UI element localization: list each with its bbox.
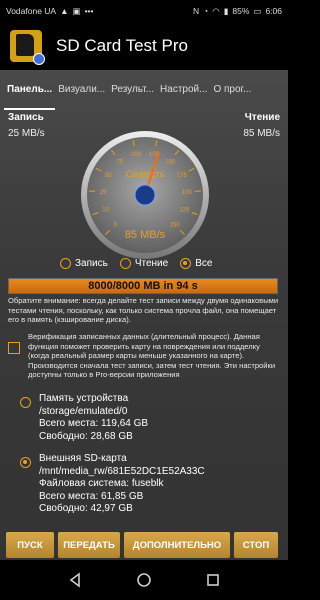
storage-title: Внешняя SD-карта	[39, 453, 127, 464]
tab-results[interactable]: Результ...	[108, 80, 157, 110]
read-speed-label: Чтение	[244, 112, 280, 123]
storage-path: /storage/emulated/0	[39, 405, 128, 417]
gauge-label: Скорость	[126, 169, 165, 179]
mode-read-radio[interactable]: Чтение	[119, 258, 169, 269]
gauge-tick-label: 150	[165, 159, 176, 165]
storage-external-radio[interactable]	[20, 457, 31, 468]
storage-external[interactable]: Внешняя SD-карта /mnt/media_rw/681E52DC1…	[20, 453, 205, 516]
verify-option: Верификация записанных данных (длительны…	[8, 332, 280, 380]
action-buttons: ПУСК ПЕРЕДАТЬ ДОПОЛНИТЕЛЬНО СТОП	[6, 532, 282, 558]
recents-icon[interactable]	[205, 572, 221, 588]
signal-icon: ▮	[223, 5, 229, 16]
radio-indicator-selected	[180, 258, 192, 269]
sd-card-app-icon	[10, 30, 45, 65]
storage-free: Свободно: 42,97 GB	[39, 503, 133, 514]
clock: 6:06	[265, 6, 282, 16]
write-speed-label: Запись	[8, 112, 44, 123]
gauge-value: 85 MB/s	[125, 229, 166, 241]
carrier-label: Vodafone UA	[6, 6, 57, 16]
gauge-tick-label: 100	[131, 152, 142, 158]
bell-off-icon: ◔	[203, 6, 209, 16]
gauge-tick-label: 50	[105, 173, 112, 179]
radio-indicator	[119, 258, 131, 269]
battery-icon: ▭	[253, 5, 262, 16]
start-button[interactable]: ПУСК	[6, 532, 54, 558]
verify-description: Верификация записанных данных (длительны…	[28, 332, 276, 379]
back-icon[interactable]	[67, 572, 83, 588]
tab-dashboard[interactable]: Панель...	[4, 80, 56, 110]
storage-total: Всего места: 61,85 GB	[39, 490, 144, 502]
mode-all-radio[interactable]: Все	[180, 258, 212, 269]
main-panel: Панель... Визуали... Результ... Настрой.…	[0, 70, 288, 560]
storage-free: Свободно: 28,68 GB	[39, 430, 133, 442]
radio-indicator	[60, 258, 71, 269]
mode-write-label: Запись	[75, 258, 108, 269]
write-speed-value: 25 MB/s	[8, 128, 45, 139]
app-title: SD Card Test Pro	[56, 36, 188, 55]
status-bar: Vodafone UA ▲ ▣ ••• N ◔ ◠ ▮ 85% ▭ 6:06	[0, 0, 288, 22]
test-progress-bar: 8000/8000 MB in 94 s	[8, 278, 278, 294]
wifi-icon: ◠	[212, 5, 220, 16]
home-icon[interactable]	[136, 572, 152, 588]
upload-icon: ▲	[60, 6, 69, 16]
gauge-tick-label: 125	[179, 208, 190, 214]
nfc-icon: N	[193, 6, 200, 16]
gauge-tick-label: 150	[170, 223, 181, 229]
more-button[interactable]: ДОПОЛНИТЕЛЬНО	[124, 532, 230, 558]
storage-path: /mnt/media_rw/681E52DC1E52A33C	[39, 465, 205, 477]
storage-total: Всего места: 119,64 GB	[39, 418, 149, 429]
share-button[interactable]: ПЕРЕДАТЬ	[58, 532, 120, 558]
mode-selector: Запись Чтение Все	[60, 258, 212, 269]
read-speed-value: 85 MB/s	[243, 128, 280, 139]
speed-gauge: 010255075100 125150175100125150 Скорость …	[81, 131, 209, 259]
battery-level: 85%	[232, 6, 250, 16]
stop-button[interactable]: СТОП	[234, 532, 278, 558]
image-icon: ▣	[72, 5, 81, 16]
system-nav-bar	[0, 560, 288, 600]
gauge-tick-label: 10	[102, 208, 109, 214]
gauge-tick-label: 25	[100, 190, 107, 196]
gauge-tick-label: 75	[116, 159, 123, 165]
tab-settings[interactable]: Настрой...	[157, 80, 210, 110]
gauge-tick-label: 100	[182, 190, 193, 196]
mode-all-label: Все	[195, 258, 213, 269]
more-dots-icon: •••	[84, 6, 94, 16]
app-bar: SD Card Test Pro	[0, 22, 288, 70]
storage-title: Память устройства	[39, 393, 129, 404]
tab-visualization[interactable]: Визуали...	[55, 80, 108, 110]
storage-internal[interactable]: Память устройства /storage/emulated/0 Вс…	[20, 393, 148, 443]
progress-text: 8000/8000 MB in 94 s	[88, 280, 198, 292]
mode-write-radio[interactable]: Запись	[60, 258, 108, 269]
storage-internal-radio[interactable]	[20, 397, 31, 408]
tab-bar: Панель... Визуали... Результ... Настрой.…	[0, 80, 288, 110]
verify-checkbox[interactable]	[8, 342, 20, 354]
mode-read-label: Чтение	[134, 258, 169, 269]
gauge-tick-label: 175	[177, 173, 188, 179]
cache-note: Обратите внимание: всегда делайте тест з…	[8, 296, 279, 324]
tab-about[interactable]: О прог...	[210, 80, 254, 110]
storage-filesystem: Файловая система: fuseblk	[39, 478, 164, 489]
